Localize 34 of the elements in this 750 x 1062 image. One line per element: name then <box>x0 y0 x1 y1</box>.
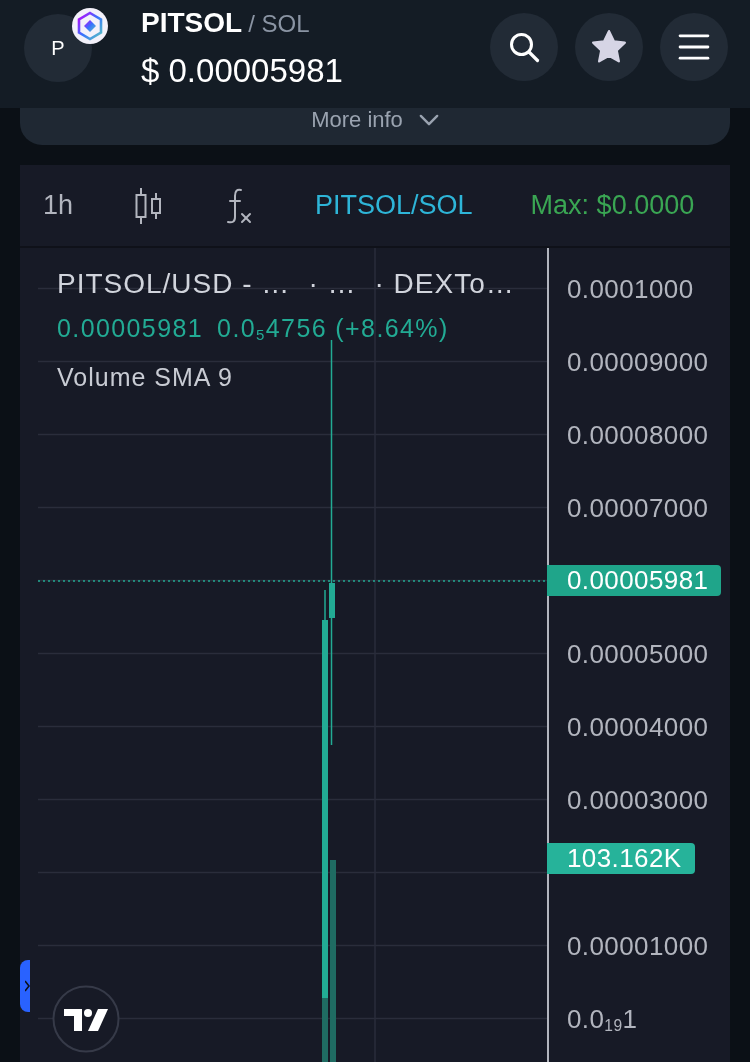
legend-title-part: PITSOL/USD - … <box>57 267 291 301</box>
chevron-right-icon <box>25 980 30 992</box>
function-icon[interactable] <box>225 187 254 224</box>
price-axis-label: 0.00005000 <box>566 638 709 669</box>
legend-change: 0.0$_{5}$4756 (+8.64%) <box>217 313 449 345</box>
token-price: $ 0.00005981 <box>141 51 343 91</box>
menu-icon <box>678 34 710 60</box>
max-price-text: Max: $0.0000 <box>530 190 695 221</box>
more-info-button[interactable]: More info <box>20 108 730 145</box>
volume-tag: 103.162K <box>547 843 695 874</box>
volume-bar <box>322 998 328 1062</box>
search-icon <box>508 31 540 63</box>
price-axis-label: 0.00008000 <box>566 419 709 450</box>
interval-button[interactable]: 1h <box>43 190 74 221</box>
price-axis-label: 0.00004000 <box>566 711 709 742</box>
price-axis-label: 0.00001000 <box>566 930 709 961</box>
token-symbol: PITSOL <box>141 6 243 40</box>
price-axis-label: 0.0001000 <box>566 273 694 304</box>
chevron-down-icon <box>418 114 439 127</box>
price-axis-label: 0.00009000 <box>566 346 709 377</box>
hexagon-logo-icon <box>72 8 108 44</box>
price-axis-label: 0.00003000 <box>566 784 709 815</box>
round-logo-icon[interactable] <box>52 985 120 1053</box>
symbol-button[interactable]: PITSOL/SOL <box>315 190 473 221</box>
last-price-tag: 0.00005981 <box>547 565 722 596</box>
indicator-label: Volume SMA 9 <box>57 362 234 393</box>
candlestick-icon[interactable] <box>135 187 164 224</box>
panel-toggle-button[interactable] <box>20 960 30 1012</box>
price-axis-label: 0.0$_{19}$1 <box>566 1003 638 1034</box>
legend-title-part: · … <box>308 267 357 301</box>
quote-symbol: / SOL <box>248 9 310 39</box>
legend-price: 0.00005981 <box>57 313 204 344</box>
price-axis-label: 0.00007000 <box>566 492 709 523</box>
legend-title-part: · DEXTo… <box>374 267 515 301</box>
